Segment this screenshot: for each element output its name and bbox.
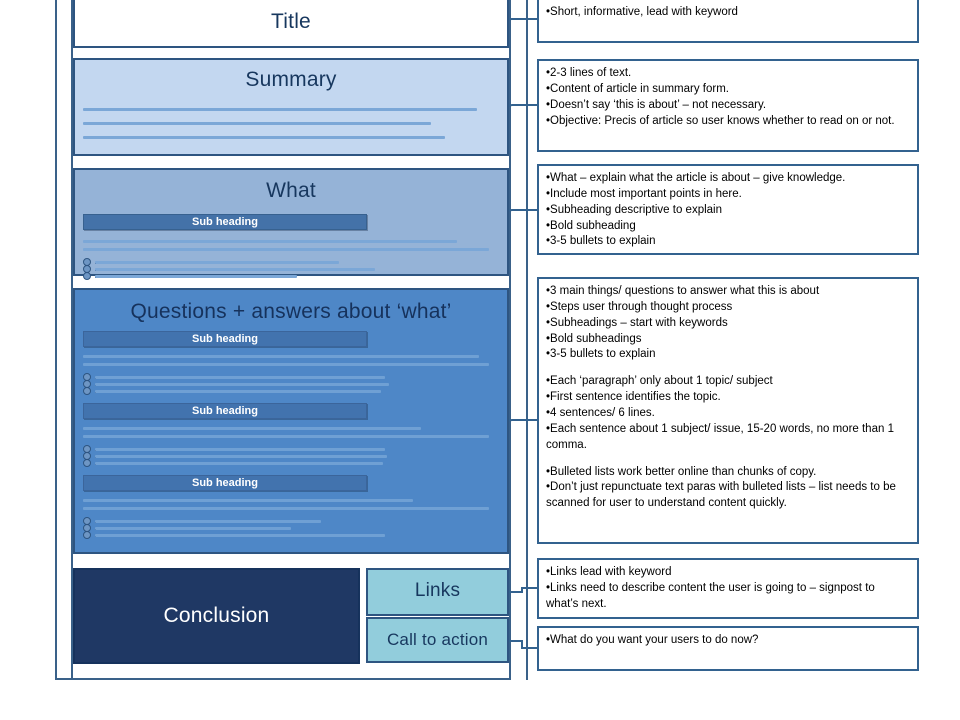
note-line: •Short, informative, lead with keyword — [546, 6, 738, 18]
text-line — [95, 268, 375, 271]
note-line: •Subheading descriptive to explain — [546, 203, 723, 216]
text-line — [95, 520, 321, 523]
subheading-bar-2[interactable]: Sub heading — [83, 403, 367, 419]
note-line: •Steps user through thought process — [546, 300, 733, 313]
note-questions: •3 main things/ questions to answer what… — [537, 277, 919, 544]
note-line: •3-5 bullets to explain — [546, 235, 656, 248]
note-links: •Links lead with keyword •Links need to … — [537, 558, 919, 619]
text-line — [83, 499, 413, 502]
note-line: •Subheadings – start with keywords — [546, 316, 728, 329]
note-spacer — [546, 363, 910, 374]
note-what: •What – explain what the article is abou… — [537, 164, 919, 255]
annotation-rail-line — [526, 0, 528, 680]
note-line: •3-5 bullets to explain — [546, 348, 656, 361]
subheading-bar[interactable]: Sub heading — [83, 214, 367, 230]
text-line — [83, 240, 457, 243]
section-conclusion[interactable]: Conclusion — [73, 568, 360, 664]
note-line: •Bold subheading — [546, 219, 636, 232]
note-title: •Short, informative, lead with keyword — [537, 0, 919, 43]
text-line — [83, 355, 479, 358]
section-what[interactable]: What Sub heading — [73, 168, 509, 280]
note-line: •What – explain what the article is abou… — [546, 172, 846, 184]
section-conclusion-label: Conclusion — [163, 604, 270, 627]
text-line — [83, 435, 489, 438]
section-title-label: Title — [271, 10, 311, 33]
note-line: •4 sentences/ 6 lines. — [546, 407, 655, 420]
note-line: •Content of article in summary form. — [546, 82, 729, 95]
text-line — [95, 462, 383, 465]
subheading-bar-3[interactable]: Sub heading — [83, 475, 367, 491]
text-line — [95, 383, 389, 386]
section-questions-label: Questions + answers about ‘what’ — [130, 300, 452, 323]
text-line — [95, 275, 297, 278]
note-line: •2-3 lines of text. — [546, 67, 632, 79]
note-line: •Each ‘paragraph’ only about 1 topic/ su… — [546, 375, 773, 388]
note-line: •Links need to describe content the user… — [546, 581, 875, 610]
text-line — [83, 507, 489, 510]
note-line: •3 main things/ questions to answer what… — [546, 285, 820, 297]
note-line: •Don’t just repunctuate text paras with … — [546, 481, 896, 510]
text-line — [95, 390, 381, 393]
bullet-marker — [83, 387, 91, 395]
text-line — [83, 363, 489, 366]
text-line — [95, 455, 387, 458]
note-summary: •2-3 lines of text. •Content of article … — [537, 59, 919, 152]
note-spacer — [546, 454, 910, 465]
section-summary[interactable]: Summary — [73, 58, 509, 156]
note-line: •Links lead with keyword — [546, 566, 672, 578]
bullet-marker — [83, 531, 91, 539]
section-links-label: Links — [414, 580, 461, 601]
note-line: •Include most important points in here. — [546, 187, 742, 200]
text-line — [95, 534, 385, 537]
note-line: •What do you want your users to do now? — [546, 634, 759, 646]
text-line — [95, 527, 291, 530]
section-call-to-action[interactable]: Call to action — [366, 617, 509, 663]
text-line — [83, 427, 421, 430]
note-line: •Each sentence about 1 subject/ issue, 1… — [546, 422, 894, 451]
text-line — [83, 108, 477, 111]
text-line — [83, 248, 489, 251]
section-call-to-action-label: Call to action — [386, 630, 489, 649]
section-title[interactable]: Title — [73, 0, 509, 48]
section-what-label: What — [266, 179, 316, 202]
text-line — [83, 136, 445, 139]
text-line — [95, 261, 339, 264]
note-line: •Bulleted lists work better online than … — [546, 465, 817, 478]
text-line — [83, 122, 431, 125]
section-questions[interactable]: Questions + answers about ‘what’ Sub hea… — [73, 288, 509, 554]
bullet-marker — [83, 459, 91, 467]
section-links[interactable]: Links — [366, 568, 509, 616]
section-summary-label: Summary — [245, 68, 337, 91]
note-call-to-action: •What do you want your users to do now? — [537, 626, 919, 671]
note-line: •Objective: Precis of article so user kn… — [546, 114, 895, 127]
note-line: •Bold subheadings — [546, 332, 642, 345]
text-line — [95, 448, 385, 451]
note-line: •First sentence identifies the topic. — [546, 391, 721, 404]
bullet-marker — [83, 272, 91, 280]
text-line — [95, 376, 385, 379]
subheading-bar-1[interactable]: Sub heading — [83, 331, 367, 347]
note-line: •Doesn’t say ‘this is about’ – not neces… — [546, 98, 767, 111]
